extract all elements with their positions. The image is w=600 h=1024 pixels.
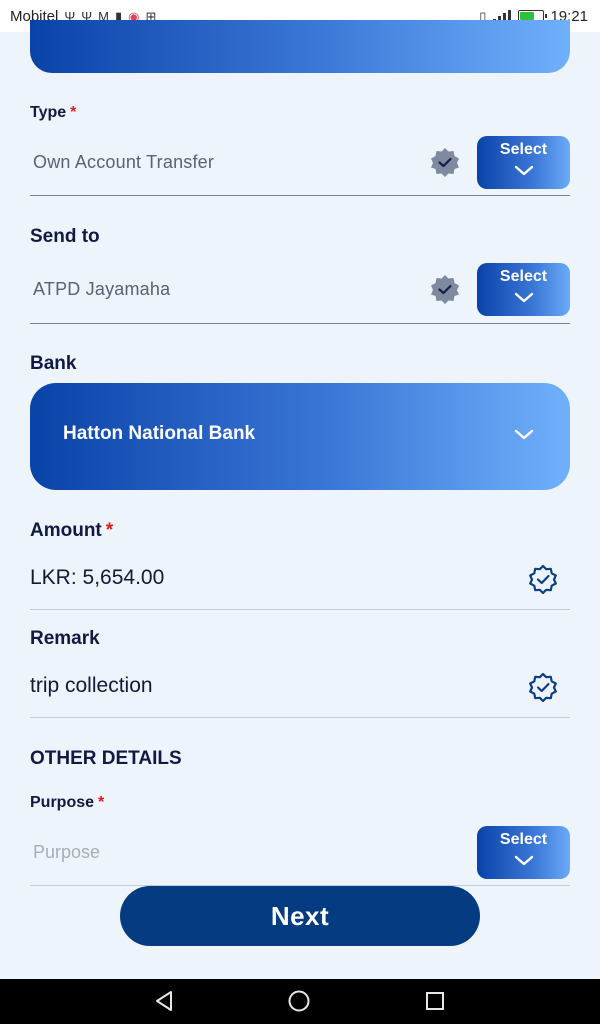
bank-label: Bank bbox=[30, 353, 76, 375]
transfer-form-screen: Mobitel Ψ Ψ M ▮ ◉ ⊞ ▯ 19:21 Type * Own A… bbox=[0, 0, 600, 1024]
amount-value: LKR: 5,654.00 bbox=[30, 566, 165, 589]
select-button-label: Select bbox=[499, 141, 548, 158]
remark-field[interactable]: trip collection bbox=[30, 660, 570, 718]
purpose-field[interactable]: Purpose Select bbox=[30, 820, 570, 886]
bank-dropdown[interactable]: Hatton National Bank bbox=[30, 383, 570, 490]
verified-badge-icon bbox=[431, 148, 459, 177]
purpose-select-button[interactable]: Select bbox=[477, 826, 570, 879]
account-card bbox=[30, 20, 570, 73]
purpose-placeholder: Purpose bbox=[33, 842, 101, 862]
select-button-label: Select bbox=[499, 268, 548, 285]
verified-check-icon bbox=[529, 564, 557, 594]
select-button-label: Select bbox=[499, 831, 548, 848]
required-mark: * bbox=[105, 520, 114, 541]
required-mark: * bbox=[98, 794, 105, 811]
bank-label-text: Bank bbox=[30, 353, 77, 374]
send-to-field: ATPD Jayamaha Select bbox=[30, 257, 570, 324]
next-button[interactable]: Next bbox=[120, 886, 480, 946]
bank-name: Hatton National Bank bbox=[63, 423, 256, 444]
purpose-label-text: Purpose bbox=[30, 794, 95, 811]
home-icon[interactable] bbox=[287, 989, 311, 1013]
type-label-text: Type bbox=[30, 104, 67, 121]
amount-label-text: Amount bbox=[30, 520, 102, 541]
navigation-bar bbox=[0, 979, 600, 1024]
send-to-label-text: Send to bbox=[30, 226, 100, 247]
back-icon[interactable] bbox=[152, 989, 176, 1013]
chevron-down-icon bbox=[514, 165, 533, 176]
send-to-select-button[interactable]: Select bbox=[477, 263, 570, 316]
amount-field[interactable]: LKR: 5,654.00 bbox=[30, 552, 570, 610]
type-select-button[interactable]: Select bbox=[477, 136, 570, 189]
send-to-label: Send to bbox=[30, 226, 100, 248]
recents-icon[interactable] bbox=[423, 989, 447, 1013]
send-to-value: ATPD Jayamaha bbox=[33, 279, 171, 299]
verified-badge-icon bbox=[431, 275, 459, 304]
type-field: Own Account Transfer Select bbox=[30, 130, 570, 196]
other-details-heading: OTHER DETAILS bbox=[30, 748, 182, 769]
required-mark: * bbox=[70, 104, 77, 121]
remark-value: trip collection bbox=[30, 674, 153, 697]
type-value: Own Account Transfer bbox=[33, 152, 215, 172]
verified-check-icon bbox=[529, 672, 557, 702]
remark-label-text: Remark bbox=[30, 628, 100, 649]
amount-label: Amount * bbox=[30, 520, 113, 542]
chevron-down-icon bbox=[514, 292, 533, 303]
remark-label: Remark bbox=[30, 628, 100, 650]
type-label: Type * bbox=[30, 104, 76, 122]
chevron-down-icon bbox=[514, 855, 533, 866]
chevron-down-icon bbox=[514, 429, 534, 440]
purpose-label: Purpose * bbox=[30, 794, 104, 812]
